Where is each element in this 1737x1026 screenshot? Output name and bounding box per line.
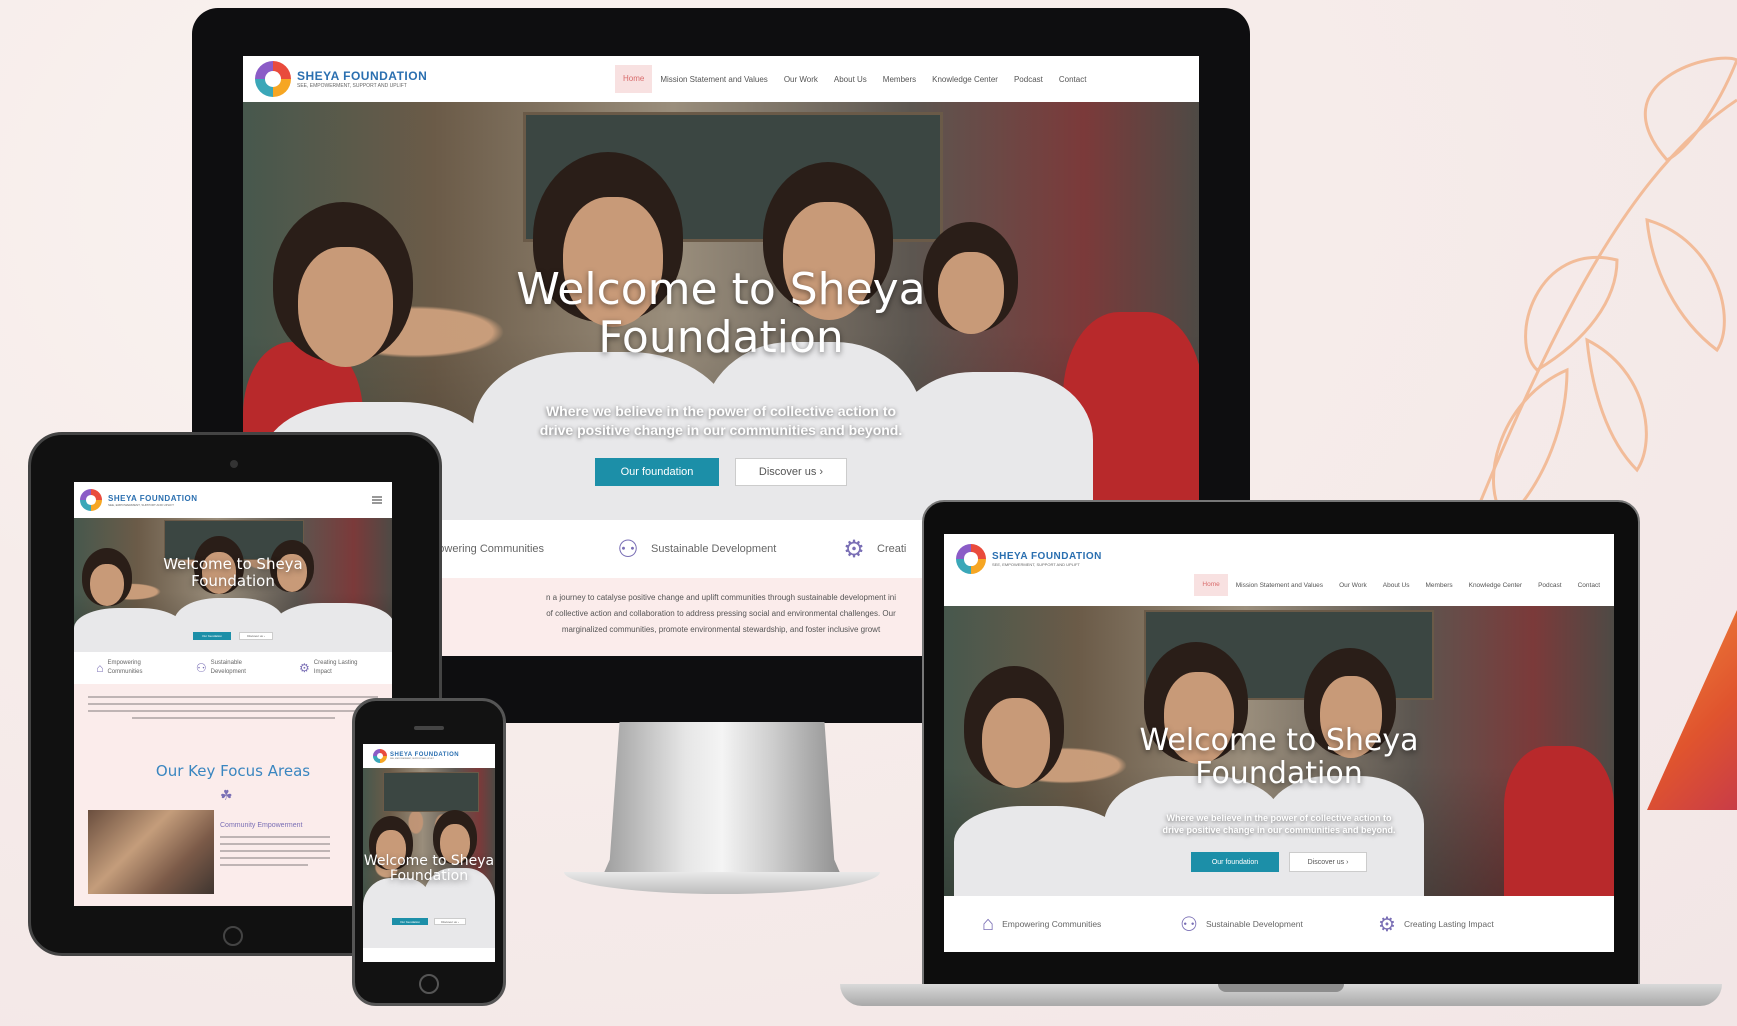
tablet-logo[interactable]: SHEYA FOUNDATION SEE, EMPOWERMENT, SUPPO… <box>80 489 198 511</box>
nav-our-work[interactable]: Our Work <box>1331 582 1375 589</box>
community-building-icon: ⌂ <box>982 912 995 935</box>
orange-corner-decoration <box>1647 610 1737 810</box>
gear-impact-icon: ⚙ <box>843 535 865 563</box>
nav-about-us[interactable]: About Us <box>1375 582 1418 589</box>
nav-contact[interactable]: Contact <box>1570 582 1608 589</box>
our-foundation-button[interactable]: Our foundation <box>595 458 719 486</box>
tablet-home-button <box>223 926 243 946</box>
feature-empowering: ⌂ Empowering Communities <box>982 912 1102 935</box>
nav-members[interactable]: Members <box>875 75 924 84</box>
laptop-navbar: SHEYA FOUNDATION SEE, EMPOWERMENT, SUPPO… <box>944 534 1614 606</box>
people-network-icon: ⚇ <box>195 661 207 675</box>
focus-item-title: Community Empowerment <box>220 822 303 829</box>
nav-podcast[interactable]: Podcast <box>1006 75 1051 84</box>
key-focus-title: Our Key Focus Areas <box>155 762 311 780</box>
gear-impact-icon: ⚙ <box>299 661 310 675</box>
laptop-features: ⌂ Empowering Communities ⚇ Sustainable D… <box>944 896 1614 952</box>
nav-knowledge-center[interactable]: Knowledge Center <box>1461 582 1530 589</box>
our-foundation-button[interactable]: Our foundation <box>1191 852 1279 872</box>
nav-podcast[interactable]: Podcast <box>1530 582 1570 589</box>
nav-home[interactable]: Home <box>1194 574 1228 596</box>
logo-icon <box>373 749 387 763</box>
tablet-about-text <box>88 696 378 724</box>
nav-mission[interactable]: Mission Statement and Values <box>1228 582 1331 589</box>
phone-screen: SHEYA FOUNDATION SEE, EMPOWERMENT, SUPPO… <box>363 744 495 962</box>
tablet-screen: SHEYA FOUNDATION SEE, EMPOWERMENT, SUPPO… <box>74 482 392 906</box>
nav-home[interactable]: Home <box>615 65 653 93</box>
tablet-hero-buttons: Our foundation Discover us › <box>74 632 392 640</box>
brand-tagline: SEE, EMPOWERMENT, SUPPORT AND UPLIFT <box>297 83 407 89</box>
laptop-logo[interactable]: SHEYA FOUNDATION SEE, EMPOWERMENT, SUPPO… <box>956 544 1102 574</box>
discover-us-button[interactable]: Discover us › <box>1289 852 1367 872</box>
nav-members[interactable]: Members <box>1418 582 1461 589</box>
phone-hero-buttons: Our foundation Discover us › <box>363 918 495 925</box>
logo-icon <box>956 544 986 574</box>
laptop-menu: Home Mission Statement and Values Our Wo… <box>1194 574 1608 596</box>
handshake-icon: ☘ <box>220 787 233 803</box>
tablet-features: ⌂ Empowering Communities ⚇ Sustainable D… <box>74 652 392 684</box>
feature-empowering: ⌂ Empowering Communities <box>96 660 143 675</box>
nav-contact[interactable]: Contact <box>1051 75 1095 84</box>
laptop-hero-buttons: Our foundation Discover us › <box>944 852 1614 872</box>
laptop-hero-subtitle: Where we believe in the power of collect… <box>1162 813 1396 835</box>
site-logo[interactable]: SHEYA FOUNDATION SEE, EMPOWERMENT, SUPPO… <box>255 61 427 97</box>
feature-sustainable: ⚇ Sustainable Development <box>611 535 776 564</box>
feature-sustainable: ⚇ Sustainable Development <box>195 660 246 675</box>
site-navbar: SHEYA FOUNDATION SEE, EMPOWERMENT, SUPPO… <box>243 56 1199 102</box>
laptop-notch <box>1218 984 1344 992</box>
nav-about-us[interactable]: About Us <box>826 75 875 84</box>
people-network-icon: ⚇ <box>1180 913 1198 936</box>
discover-us-button[interactable]: Discover us › <box>239 632 273 640</box>
laptop-screen: SHEYA FOUNDATION SEE, EMPOWERMENT, SUPPO… <box>944 534 1614 952</box>
feature-creating: ⚙ Creating Lasting Impact <box>1378 913 1494 936</box>
phone-navbar: SHEYA FOUNDATION SEE, EMPOWERMENT, SUPPO… <box>363 744 495 768</box>
discover-us-button[interactable]: Discover us › <box>735 458 847 486</box>
monitor-base <box>564 872 880 894</box>
logo-icon <box>255 61 291 97</box>
hero-title: Welcome to Sheya Foundation <box>516 264 926 364</box>
nav-mission[interactable]: Mission Statement and Values <box>652 75 775 84</box>
community-photo <box>88 810 214 894</box>
tablet-hero-title: Welcome to Sheya Foundation <box>163 555 303 590</box>
nav-knowledge-center[interactable]: Knowledge Center <box>924 75 1006 84</box>
monitor-stand <box>600 722 844 882</box>
feature-creating: ⚙ Creati <box>837 535 906 564</box>
laptop-hero-title: Welcome to Sheya Foundation <box>1139 723 1419 791</box>
discover-us-button[interactable]: Discover us › <box>434 918 466 925</box>
community-building-icon: ⌂ <box>96 661 104 675</box>
feature-creating: ⚙ Creating Lasting Impact <box>299 660 358 675</box>
phone-logo[interactable]: SHEYA FOUNDATION SEE, EMPOWERMENT, SUPPO… <box>373 749 459 763</box>
main-menu: Home Mission Statement and Values Our Wo… <box>615 65 1094 93</box>
feature-sustainable: ⚇ Sustainable Development <box>1180 913 1303 936</box>
logo-icon <box>80 489 102 511</box>
tablet-camera <box>230 460 238 468</box>
phone-features <box>363 948 495 962</box>
phone-hero-title: Welcome to Sheya Foundation <box>363 853 495 885</box>
brand-name: SHEYA FOUNDATION <box>297 69 428 83</box>
phone-home-button <box>419 974 439 994</box>
people-network-icon: ⚇ <box>617 535 639 563</box>
focus-item-text <box>220 836 330 871</box>
nav-our-work[interactable]: Our Work <box>776 75 826 84</box>
laptop-hero: Welcome to Sheya Foundation Where we bel… <box>944 606 1614 896</box>
our-foundation-button[interactable]: Our foundation <box>392 918 428 925</box>
phone-speaker <box>414 726 444 730</box>
tablet-hero: Welcome to Sheya Foundation Our foundati… <box>74 518 392 652</box>
our-foundation-button[interactable]: Our foundation <box>193 632 231 640</box>
phone-hero: Welcome to Sheya Foundation Our foundati… <box>363 768 495 948</box>
hamburger-menu-icon[interactable] <box>372 496 382 504</box>
tablet-navbar: SHEYA FOUNDATION SEE, EMPOWERMENT, SUPPO… <box>74 482 392 518</box>
gear-impact-icon: ⚙ <box>1378 913 1396 936</box>
